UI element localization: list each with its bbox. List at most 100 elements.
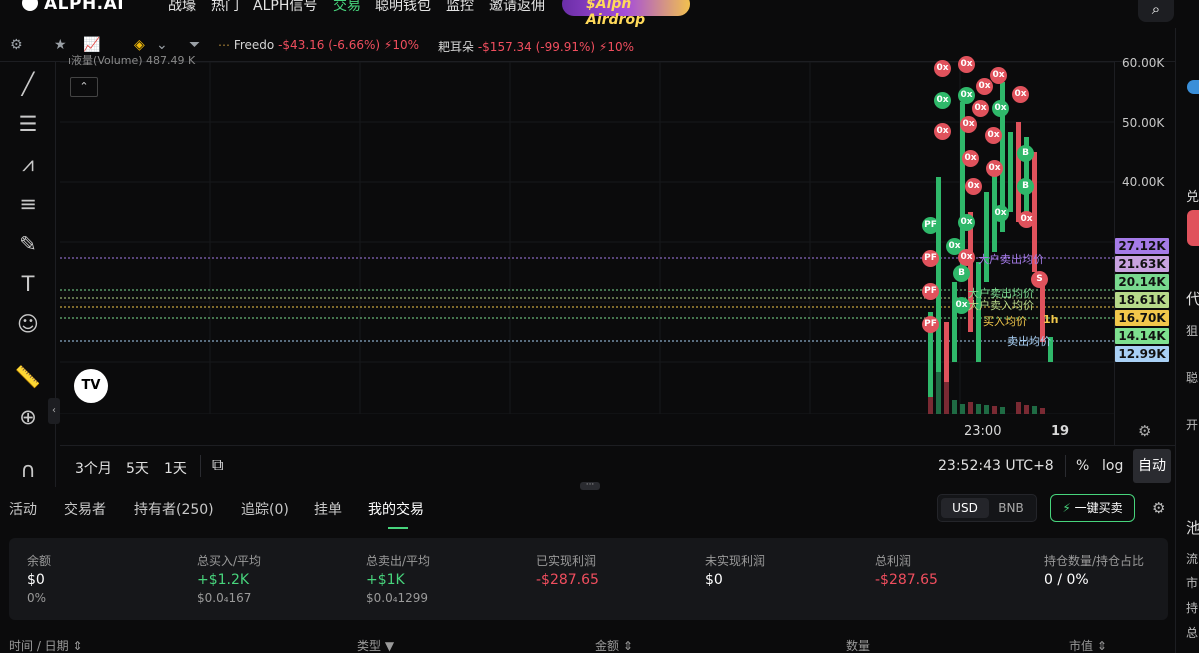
- buy-marker[interactable]: 0x: [958, 214, 975, 231]
- sell-marker[interactable]: 0x: [934, 123, 951, 140]
- magnet-icon[interactable]: ∩: [14, 456, 42, 484]
- right-panel-text: 开: [1186, 418, 1199, 432]
- text-icon[interactable]: T: [14, 270, 42, 298]
- sell-marker[interactable]: 0x: [986, 160, 1003, 177]
- settings-gear-icon[interactable]: ⚙: [10, 37, 23, 53]
- settings-gear-icon[interactable]: ⚙: [1152, 499, 1165, 517]
- buy-marker[interactable]: B: [953, 265, 970, 282]
- profit-marker[interactable]: PF: [922, 217, 939, 234]
- range-1d[interactable]: 1天: [164, 458, 187, 478]
- emoji-icon[interactable]: ☺: [14, 310, 42, 338]
- range-5d[interactable]: 5天: [126, 458, 149, 478]
- ticker-freedo[interactable]: ⋯ Freedo -$43.16 (-6.66%) ⚡10%: [218, 38, 419, 52]
- price-tag: 20.14K: [1115, 274, 1169, 290]
- sell-marker[interactable]: 0x: [958, 56, 975, 73]
- buy-marker[interactable]: 0x: [958, 87, 975, 104]
- filter-icon[interactable]: ⏷: [189, 37, 200, 53]
- sell-marker[interactable]: 0x: [976, 78, 993, 95]
- buy-marker[interactable]: 0x: [934, 92, 951, 109]
- column-header-type[interactable]: 类型 ▼: [357, 637, 394, 653]
- range-3m[interactable]: 3个月: [75, 458, 112, 478]
- horizontal-lines-icon[interactable]: ☰: [14, 110, 42, 138]
- right-panel-text: 持: [1186, 601, 1199, 615]
- sell-marker[interactable]: 0x: [972, 100, 989, 117]
- tab-traders[interactable]: 交易者: [64, 499, 106, 519]
- search-button[interactable]: ⌕: [1138, 0, 1174, 22]
- bolt-icon: ⚡: [1062, 501, 1071, 515]
- tab-activity[interactable]: 活动: [9, 499, 37, 519]
- zoom-icon[interactable]: ⊕: [14, 403, 42, 431]
- brush-icon[interactable]: ✎: [14, 230, 42, 258]
- currency-bnb[interactable]: BNB: [987, 498, 1035, 518]
- column-header-quantity[interactable]: 数量: [846, 637, 870, 653]
- collapse-toolbar-button[interactable]: ‹: [48, 398, 60, 424]
- ruler-icon[interactable]: 📏: [14, 363, 42, 391]
- tab-my-trades[interactable]: 我的交易: [368, 499, 424, 519]
- resize-handle[interactable]: ···: [580, 481, 600, 490]
- x-tick: 23:00: [964, 424, 1002, 439]
- profit-marker[interactable]: PF: [922, 316, 939, 333]
- nav-item-monitor[interactable]: 监控: [446, 0, 474, 15]
- stat-sub: $0.0₄1299: [366, 591, 429, 605]
- buy-marker[interactable]: B: [1017, 178, 1034, 195]
- y-tick: 50.00K: [1122, 116, 1165, 130]
- nav-item-signals[interactable]: ALPH信号: [253, 0, 317, 15]
- stat-label: 已实现利润: [536, 554, 597, 568]
- column-header-amount[interactable]: 金额 ⇕: [595, 637, 633, 653]
- buy-marker[interactable]: 0x: [992, 100, 1009, 117]
- line-label: 卖出均价: [1007, 335, 1051, 348]
- sell-marker[interactable]: 0x: [990, 67, 1007, 84]
- column-header-time[interactable]: 时间 / 日期 ⇕: [9, 637, 83, 653]
- profit-marker[interactable]: PF: [922, 250, 939, 267]
- sell-marker[interactable]: 0x: [962, 150, 979, 167]
- pattern-icon[interactable]: ⩘: [14, 150, 42, 178]
- brand-logo[interactable]: ALPH.AI: [22, 0, 124, 14]
- token-icon: ⋯: [218, 38, 234, 52]
- log-toggle[interactable]: log: [1102, 458, 1123, 474]
- date-range-icon[interactable]: ⧉: [212, 455, 223, 475]
- star-icon[interactable]: ★: [54, 37, 67, 53]
- chevron-down-icon[interactable]: ⌄: [156, 37, 168, 53]
- airdrop-banner[interactable]: $Alph Airdrop: [562, 0, 690, 28]
- nav-item-smart-wallet[interactable]: 聪明钱包: [375, 0, 431, 15]
- divider: [200, 455, 201, 477]
- fib-icon[interactable]: ≡: [14, 190, 42, 218]
- buy-marker[interactable]: 0x: [992, 205, 1009, 222]
- sell-marker[interactable]: 0x: [985, 127, 1002, 144]
- collapse-legend-button[interactable]: ⌃: [70, 77, 98, 97]
- nav-item-trade[interactable]: 交易: [333, 0, 361, 15]
- ticker-baerduo[interactable]: 耙耳朵 -$157.34 (-99.91%) ⚡10%: [438, 38, 634, 55]
- tradingview-logo[interactable]: TV: [74, 369, 108, 403]
- telegram-icon[interactable]: [1187, 80, 1199, 94]
- tab-orders[interactable]: 挂单: [314, 499, 342, 519]
- trend-line-icon[interactable]: ╱: [14, 70, 42, 98]
- nav-item-hot[interactable]: 热门: [211, 0, 239, 15]
- buy-marker[interactable]: B: [1017, 145, 1034, 162]
- nav-item-trenches[interactable]: 战壕: [168, 0, 196, 15]
- sell-marker[interactable]: 0x: [1018, 211, 1035, 228]
- tab-holders[interactable]: 持有者(250): [134, 499, 214, 519]
- bnb-chain-icon[interactable]: ◈: [134, 37, 145, 53]
- sell-button[interactable]: [1187, 210, 1199, 246]
- stat-value: 0 / 0%: [1044, 572, 1089, 588]
- sell-marker[interactable]: 0x: [960, 116, 977, 133]
- profit-marker[interactable]: PF: [922, 283, 939, 300]
- auto-scale-button[interactable]: 自动: [1133, 449, 1171, 483]
- nav-item-referral[interactable]: 邀请返佣: [489, 0, 545, 15]
- sell-marker[interactable]: 0x: [934, 60, 951, 77]
- sell-marker[interactable]: 0x: [965, 178, 982, 195]
- chart-icon[interactable]: 📈: [83, 37, 100, 53]
- column-header-market-cap[interactable]: 市值 ⇕: [1069, 637, 1107, 653]
- currency-usd[interactable]: USD: [941, 498, 989, 518]
- price-tag: 21.63K: [1115, 256, 1169, 272]
- chart-settings-icon[interactable]: ⚙: [1138, 422, 1151, 440]
- currency-toggle: USD BNB: [937, 494, 1037, 522]
- sell-marker[interactable]: 0x: [1012, 86, 1029, 103]
- quick-trade-button[interactable]: ⚡ 一键买卖: [1050, 494, 1135, 522]
- percent-toggle[interactable]: %: [1076, 458, 1089, 474]
- clock[interactable]: 23:52:43 UTC+8: [938, 458, 1054, 474]
- tab-tracking[interactable]: 追踪(0): [241, 499, 289, 519]
- stat-label: 总卖出/平均: [366, 554, 431, 568]
- sell-marker[interactable]: 0x: [958, 249, 975, 266]
- search-icon: ⌕: [1151, 0, 1161, 18]
